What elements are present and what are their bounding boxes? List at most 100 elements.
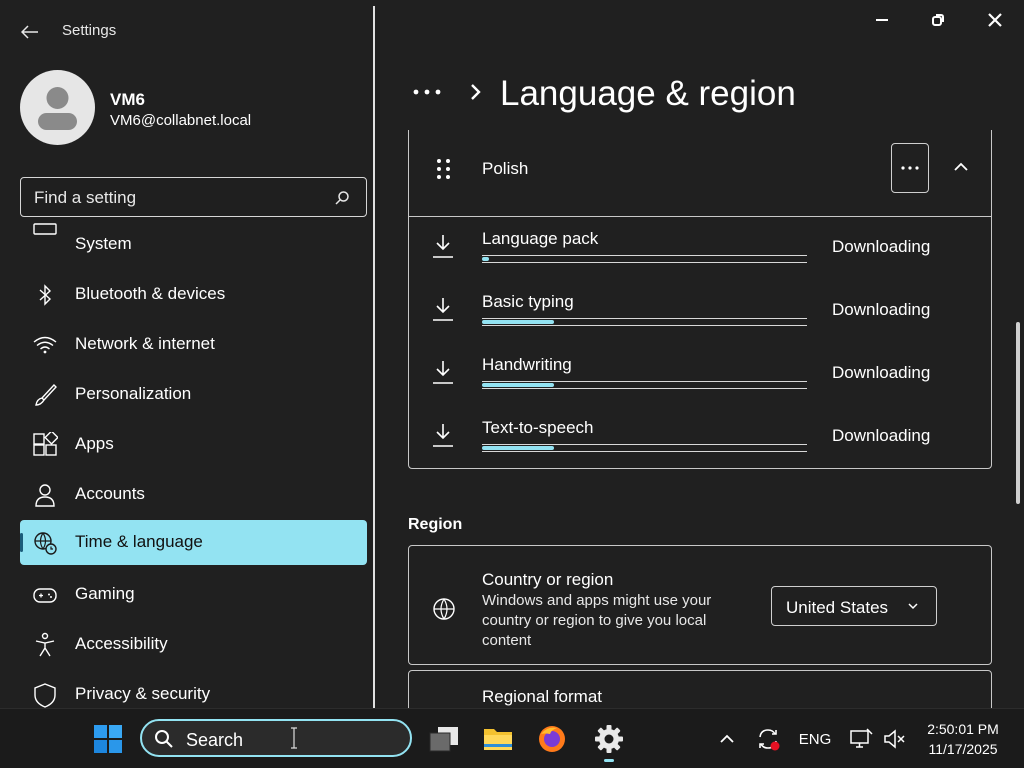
progress-bar (482, 318, 807, 326)
monitor-icon (33, 223, 57, 235)
language-card: Polish Language pack Downloading Basic t… (408, 130, 992, 469)
progress-bar (482, 255, 807, 263)
sidebar: Settings VM6 VM6@collabnet.local Find a … (0, 0, 376, 708)
sidebar-item-label: Gaming (75, 584, 135, 603)
network-wired-icon (850, 728, 873, 748)
volume-muted-icon (884, 729, 905, 749)
globe-clock-icon (34, 532, 57, 555)
restore-button[interactable] (918, 6, 958, 34)
person-avatar-icon (38, 87, 77, 130)
feature-name: Handwriting (482, 355, 572, 374)
content-scrollbar[interactable] (1016, 322, 1020, 504)
sidebar-item-label: Network & internet (75, 334, 215, 353)
minimize-button[interactable] (862, 6, 902, 34)
more-horizontal-icon (901, 166, 919, 170)
country-dropdown[interactable]: United States (771, 586, 937, 626)
sync-error-icon (759, 729, 780, 751)
sidebar-item-bluetooth[interactable]: Bluetooth & devices (20, 272, 367, 317)
start-button[interactable] (84, 715, 132, 763)
gear-icon (595, 725, 623, 753)
sidebar-item-system[interactable]: System (20, 222, 367, 267)
feature-row: Text-to-speech Downloading (409, 408, 991, 471)
close-icon (988, 13, 1002, 27)
folder-icon (484, 729, 512, 750)
taskbar-search[interactable]: Search (140, 719, 412, 757)
sidebar-item-time-language[interactable]: Time & language (20, 520, 367, 565)
sidebar-item-label: Apps (75, 434, 114, 453)
globe-icon (433, 598, 455, 620)
country-region-card: Country or region Windows and apps might… (408, 545, 992, 665)
search-placeholder: Find a setting (34, 188, 137, 207)
show-hidden-icons-button[interactable] (712, 723, 742, 755)
more-horizontal-icon (413, 89, 441, 95)
restore-icon (932, 14, 944, 26)
sidebar-item-label: System (75, 234, 132, 253)
download-icon (433, 298, 453, 321)
progress-fill (482, 446, 554, 450)
sidebar-item-label: Privacy & security (75, 684, 211, 703)
sidebar-item-accessibility[interactable]: Accessibility (20, 622, 367, 667)
drag-handle-icon (437, 159, 450, 179)
collapse-button[interactable] (947, 155, 975, 179)
sidebar-item-accounts[interactable]: Accounts (20, 472, 367, 517)
find-setting-input[interactable]: Find a setting (20, 177, 367, 217)
page-title: Language & region (500, 74, 796, 113)
gamepad-icon (33, 588, 57, 603)
person-icon (35, 484, 55, 507)
file-explorer-button[interactable] (474, 715, 522, 763)
region-section-title: Region (408, 516, 463, 533)
chevron-down-icon (908, 603, 918, 610)
firefox-button[interactable] (528, 715, 576, 763)
sidebar-nav: System Bluetooth & devices Network & int… (20, 222, 367, 708)
sidebar-item-gaming[interactable]: Gaming (20, 572, 367, 617)
user-name: VM6 (110, 90, 145, 109)
pane-divider (373, 6, 375, 708)
regional-format-card[interactable]: Regional format (408, 670, 992, 708)
main-content: Polish Language pack Downloading Basic t… (378, 130, 1018, 708)
search-icon (335, 191, 349, 205)
sync-status-button[interactable] (752, 723, 784, 755)
sidebar-item-label: Accounts (75, 484, 145, 503)
progress-bar (482, 444, 807, 452)
task-view-button[interactable] (420, 715, 468, 763)
accessibility-icon (35, 632, 55, 657)
progress-fill (482, 383, 554, 387)
bluetooth-icon (39, 284, 52, 306)
sidebar-item-network[interactable]: Network & internet (20, 322, 367, 367)
firefox-icon (539, 726, 565, 752)
sidebar-item-label: Personalization (75, 384, 192, 403)
network-button[interactable] (846, 723, 876, 755)
brush-icon (35, 383, 57, 406)
system-clock[interactable]: 2:50:01 PM 11/17/2025 (918, 719, 1008, 759)
avatar (20, 70, 95, 145)
language-options-button[interactable] (891, 143, 929, 193)
volume-button[interactable] (880, 723, 910, 755)
input-language-button[interactable]: ENG (796, 723, 834, 755)
sidebar-item-personalization[interactable]: Personalization (20, 372, 367, 417)
chevron-up-icon (954, 162, 968, 171)
wifi-icon (33, 336, 57, 354)
minimize-icon (876, 19, 888, 21)
download-icon (433, 361, 453, 384)
country-selected-value: United States (786, 598, 889, 617)
feature-status: Downloading (832, 300, 931, 319)
download-icon (433, 424, 453, 447)
close-button[interactable] (975, 6, 1015, 34)
breadcrumb-more-button[interactable] (410, 80, 444, 104)
sidebar-item-apps[interactable]: Apps (20, 422, 367, 467)
back-button[interactable] (18, 20, 42, 44)
settings-window: Settings VM6 VM6@collabnet.local Find a … (0, 0, 1024, 708)
user-email: VM6@collabnet.local (110, 112, 252, 129)
sidebar-item-label: Accessibility (75, 634, 168, 653)
sidebar-item-privacy[interactable]: Privacy & security (20, 672, 367, 708)
language-card-header[interactable]: Polish (409, 130, 991, 217)
country-region-description: Windows and apps might use your country … (482, 592, 712, 649)
user-profile[interactable]: VM6 VM6@collabnet.local (20, 70, 360, 146)
chevron-up-icon (720, 734, 734, 743)
progress-fill (482, 257, 489, 261)
clock-time: 2:50:01 PM (927, 721, 999, 737)
language-name: Polish (482, 159, 529, 178)
settings-taskbar-button[interactable] (585, 715, 633, 763)
clock-date: 11/17/2025 (928, 741, 998, 757)
text-cursor-icon (291, 727, 297, 749)
